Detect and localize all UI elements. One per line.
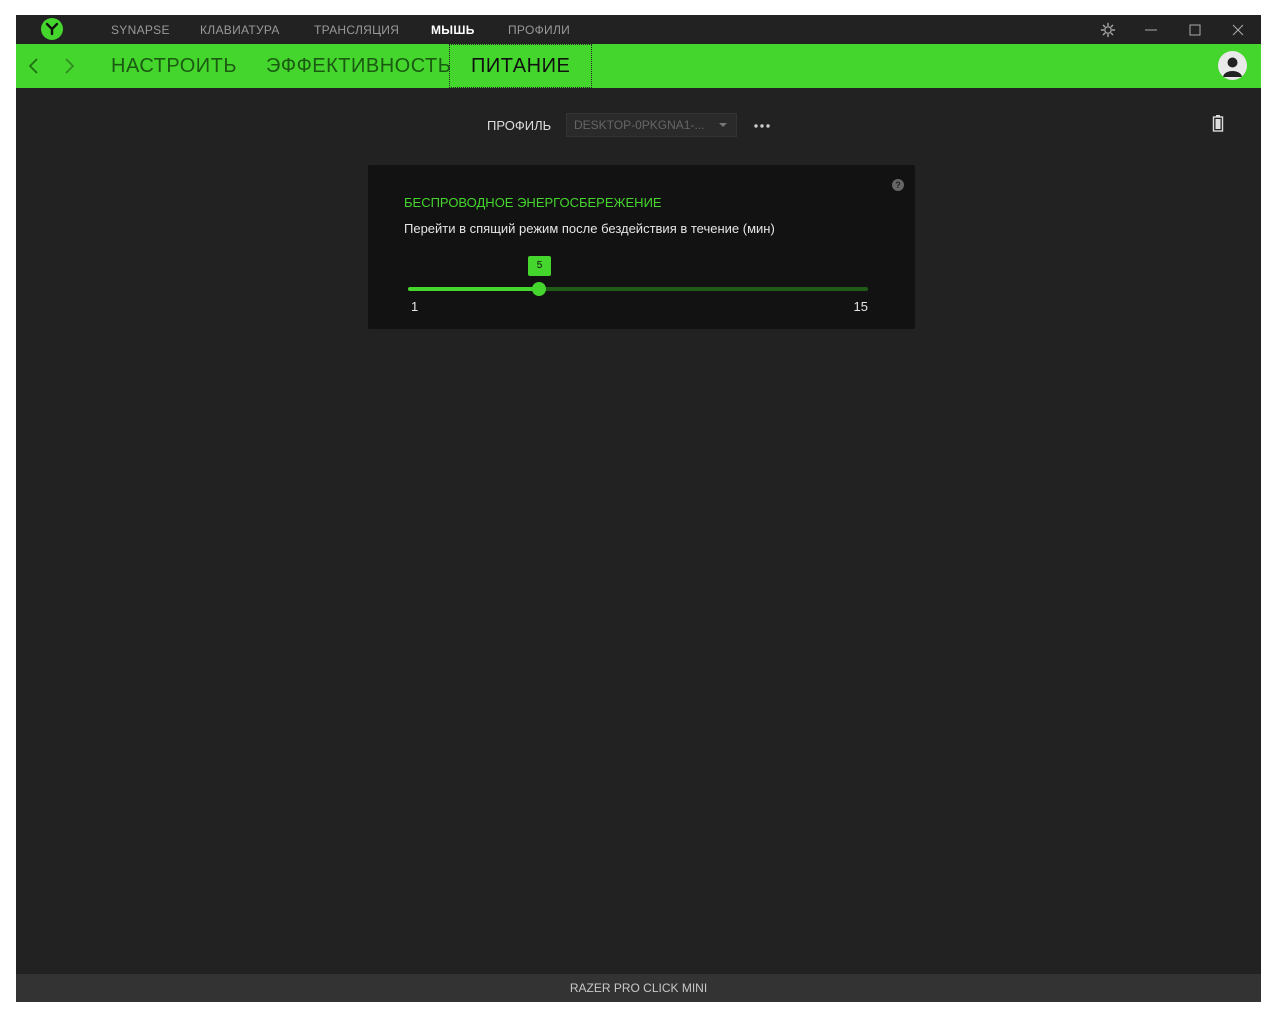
razer-logo-icon[interactable] [41,18,63,40]
sleep-timer-slider[interactable]: 5 1 15 [408,253,870,314]
status-bar: RAZER PRO CLICK MINI [16,974,1261,1002]
tab-power[interactable]: ПИТАНИЕ [449,44,593,88]
slider-value-bubble: 5 [528,256,551,276]
maximize-icon[interactable] [1185,20,1205,40]
caret-down-icon [719,123,727,127]
tab-customize[interactable]: НАСТРОИТЬ [111,44,237,88]
battery-icon[interactable] [1211,114,1225,134]
top-nav-synapse[interactable]: SYNAPSE [111,23,170,37]
device-name: RAZER PRO CLICK MINI [569,981,708,995]
slider-track[interactable] [408,287,868,291]
title-bar: SYNAPSE КЛАВИАТУРА ТРАНСЛЯЦИЯ МЫШЬ ПРОФИ… [16,15,1261,44]
chevron-right-icon[interactable] [62,57,76,75]
ellipsis-icon[interactable] [753,119,771,133]
gear-icon[interactable] [1098,20,1118,40]
top-nav-keyboard[interactable]: КЛАВИАТУРА [200,23,280,37]
close-icon[interactable] [1228,20,1248,40]
profile-dropdown[interactable]: DESKTOP-0PKGNA1-... [566,113,737,137]
slider-max-label: 15 [853,299,868,314]
top-nav-broadcast[interactable]: ТРАНСЛЯЦИЯ [314,23,399,37]
profile-label: ПРОФИЛЬ [487,118,552,133]
sub-nav: НАСТРОИТЬ ЭФФЕКТИВНОСТЬ ПИТАНИЕ [16,44,1261,88]
app-window: SYNAPSE КЛАВИАТУРА ТРАНСЛЯЦИЯ МЫШЬ ПРОФИ… [16,15,1261,1002]
help-icon[interactable]: ? [892,179,904,191]
slider-thumb[interactable] [532,282,546,296]
card-description: Перейти в спящий режим после бездействия… [404,221,775,236]
top-nav-mouse[interactable]: МЫШЬ [431,23,475,37]
user-avatar-icon[interactable] [1218,51,1247,80]
slider-fill [408,287,539,291]
card-title: БЕСПРОВОДНОЕ ЭНЕРГОСБЕРЕЖЕНИЕ [404,195,662,210]
slider-min-label: 1 [411,299,419,314]
wireless-power-saving-card: ? БЕСПРОВОДНОЕ ЭНЕРГОСБЕРЕЖЕНИЕ Перейти … [368,165,915,329]
profile-dropdown-value: DESKTOP-0PKGNA1-... [574,118,705,132]
tab-performance[interactable]: ЭФФЕКТИВНОСТЬ [266,44,451,88]
chevron-left-icon[interactable] [27,57,41,75]
minimize-icon[interactable] [1141,20,1161,40]
top-nav-profiles[interactable]: ПРОФИЛИ [508,23,570,37]
